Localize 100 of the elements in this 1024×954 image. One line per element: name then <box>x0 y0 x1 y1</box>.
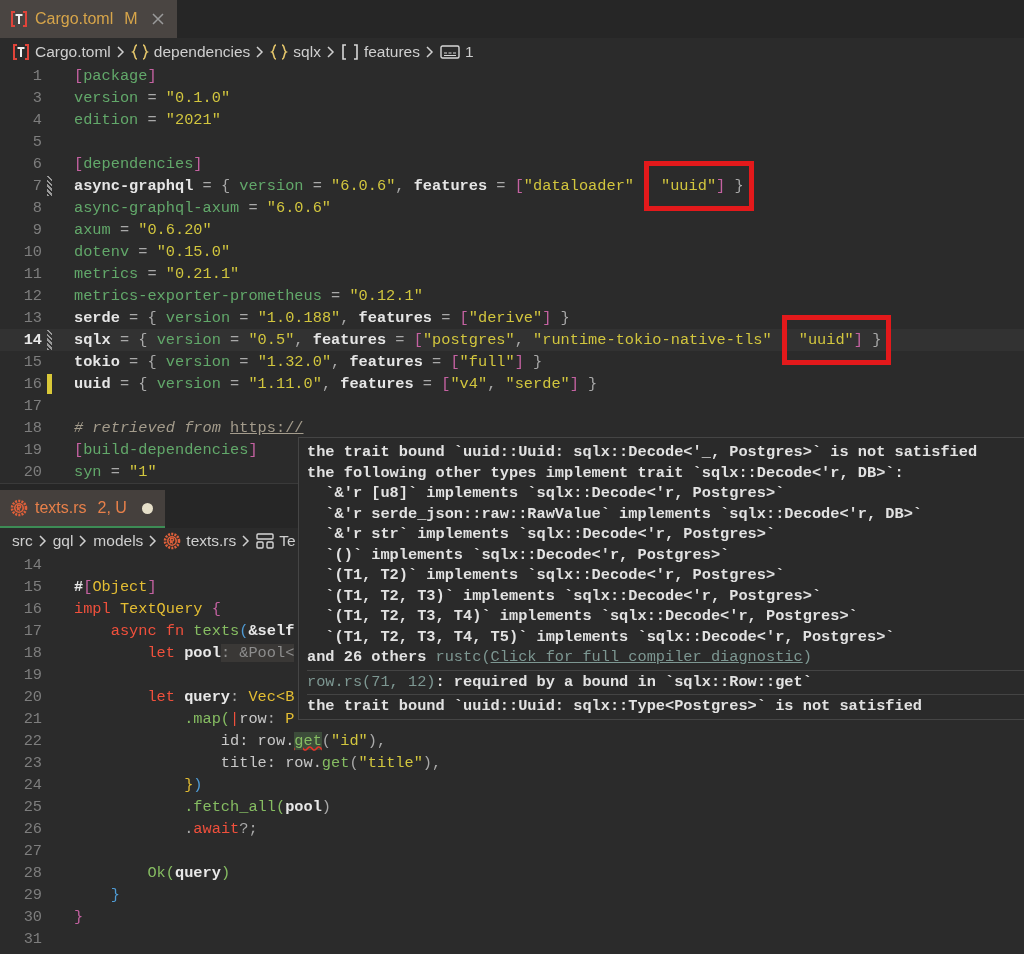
code-line: }) <box>183 774 203 796</box>
line-number: 21 <box>22 708 42 730</box>
breadcrumb-item[interactable]: Te <box>279 529 296 553</box>
chevron-icon <box>255 44 266 59</box>
tab-status: 2, U <box>97 498 127 518</box>
line-number: 19 <box>22 439 42 461</box>
code-line: let query: Vec<B <box>146 686 295 708</box>
line-number: 22 <box>22 730 42 752</box>
diagnostic-text: `&'r str` implements `sqlx::Decode<'r, Postgres>` <box>324 524 777 545</box>
line-number: 14 <box>22 329 42 351</box>
chevron-icon <box>37 534 48 548</box>
code-line: .await?; <box>183 818 258 840</box>
chevron-icon <box>424 44 435 59</box>
code-line: [build-dependencies] <box>74 439 258 461</box>
editor-tab[interactable]: texts.rs 2, U <box>0 490 165 528</box>
diagnostic-text: the trait bound `uuid::Uuid: sqlx::Decode<'_, Postgres>` is not satisfied <box>307 442 979 463</box>
diagnostic-text: `(T1, T2)` implements `sqlx::Decode<'r, Postgres>` <box>324 565 786 586</box>
bracketed-t-icon <box>10 10 28 28</box>
breadcrumb-item[interactable]: dependencies <box>153 39 251 64</box>
line-number: 20 <box>22 461 42 483</box>
chevron-icon <box>78 534 89 548</box>
line-number: 14 <box>22 554 42 576</box>
code-line: async-graphql-axum = "6.0.6" <box>74 197 332 219</box>
breadcrumb-item[interactable]: src <box>12 529 33 553</box>
code-line: .map(|row: P <box>183 708 295 730</box>
code-line: uuid = { version = "1.11.0", features = ["v4", "serde"] } <box>74 373 598 395</box>
code-line: title: row.get("title"), <box>219 752 442 774</box>
diagnostic-text: `(T1, T2, T3, T4, T5)` implements `sqlx::Decode<'r, Postgres>` <box>324 626 896 647</box>
breadcrumb-item[interactable]: texts.rs <box>186 529 237 553</box>
structure-icon <box>256 533 275 549</box>
diagnostic-text: and 26 others rustc(Click for full compiler diagnostic) <box>307 647 813 668</box>
line-number: 9 <box>31 219 42 241</box>
diagnostic-link[interactable]: Click for full compiler diagnostic <box>490 648 803 666</box>
code-line: impl TextQuery { <box>74 598 221 620</box>
breadcrumb-item[interactable]: models <box>93 529 144 553</box>
diagnostic-text: the trait bound `uuid::Uuid: sqlx::Type<Postgres>` is not satisfied <box>307 696 924 717</box>
line-number: 18 <box>22 417 42 439</box>
line-number: 24 <box>22 774 42 796</box>
code-line: id: row.get("id"), <box>219 730 387 752</box>
code-line: version = "0.1.0" <box>74 87 231 109</box>
text-field-icon <box>439 44 460 59</box>
editor-tab[interactable]: Cargo.toml M <box>0 0 177 38</box>
chevron-icon <box>325 44 336 59</box>
line-number: 8 <box>31 197 42 219</box>
gear-icon <box>163 532 182 550</box>
brackets-icon <box>340 43 359 60</box>
tab-label: texts.rs <box>35 498 87 518</box>
line-number: 18 <box>22 642 42 664</box>
line-number: 19 <box>22 664 42 686</box>
line-number: 17 <box>22 620 42 642</box>
line-number: 23 <box>22 752 42 774</box>
line-number: 6 <box>31 153 42 175</box>
code-line: Ok(query) <box>146 862 231 884</box>
diagnostic-text: `(T1, T2, T3, T4)` implements `sqlx::Decode<'r, Postgres>` <box>324 606 859 627</box>
line-number: 28 <box>22 862 42 884</box>
code-line: tokio = { version = "1.32.0", features = ["full"] } <box>74 351 543 373</box>
line-number: 7 <box>31 175 42 197</box>
line-number: 11 <box>22 263 42 285</box>
code-line: edition = "2021" <box>74 109 221 131</box>
line-number: 26 <box>22 818 42 840</box>
chevron-icon <box>148 534 159 548</box>
line-number: 10 <box>22 241 42 263</box>
line-number: 12 <box>22 285 42 307</box>
diagnostic-text: `&'r serde_json::raw::RawValue` implements `sqlx::Decode<'r, DB>` <box>324 503 924 524</box>
line-number: 1 <box>31 65 42 87</box>
code-line: let pool: &Pool< <box>146 642 295 664</box>
chevron-icon <box>241 534 252 548</box>
breadcrumb-item[interactable]: 1 <box>464 39 474 64</box>
line-number: 3 <box>31 87 42 109</box>
code-line: axum = "0.6.20" <box>74 219 212 241</box>
diagnostic-text: row.rs(71, 12): required by a bound in `sqlx::Row::get` <box>307 671 813 692</box>
line-number: 16 <box>22 598 42 620</box>
line-number: 4 <box>31 109 42 131</box>
code-line: dotenv = "0.15.0" <box>74 241 231 263</box>
chevron-icon <box>115 44 126 59</box>
code-line: sqlx = { version = "0.5", features = ["postgres", "runtime-tokio-native-tls" "uuid"] } <box>74 329 882 351</box>
breadcrumb-item[interactable]: sqlx <box>293 39 321 64</box>
line-number: 20 <box>22 686 42 708</box>
code-line: metrics = "0.21.1" <box>74 263 240 285</box>
line-number: 17 <box>22 395 42 417</box>
bracketed-t-icon <box>12 42 30 61</box>
code-line: } <box>109 884 120 906</box>
code-line: [package] <box>74 65 157 87</box>
diagnostic-text: `(T1, T2, T3)` implements `sqlx::Decode<'r, Postgres>` <box>324 585 823 606</box>
code-line: .fetch_all(pool) <box>183 796 332 818</box>
breadcrumb-item[interactable]: features <box>363 39 420 64</box>
line-number: 16 <box>22 373 42 395</box>
code-line: serde = { version = "1.0.188", features = ["derive"] } <box>74 307 570 329</box>
line-number: 31 <box>22 928 42 950</box>
line-number: 15 <box>22 351 42 373</box>
breadcrumb-item[interactable]: Cargo.toml <box>35 39 111 64</box>
line-number: 27 <box>22 840 42 862</box>
braces-icon <box>270 43 289 60</box>
code-line: async fn texts(&self <box>109 620 295 642</box>
line-number: 13 <box>22 307 42 329</box>
code-line: async-graphql = { version = "6.0.6", features = ["dataloader" "uuid"] } <box>74 175 744 197</box>
close-icon[interactable] <box>150 12 165 26</box>
breadcrumb-item[interactable]: gql <box>52 529 74 553</box>
diagnostic-text: `&'r [u8]` implements `sqlx::Decode<'r, Postgres>` <box>324 483 786 504</box>
tab-status: M <box>124 9 138 29</box>
